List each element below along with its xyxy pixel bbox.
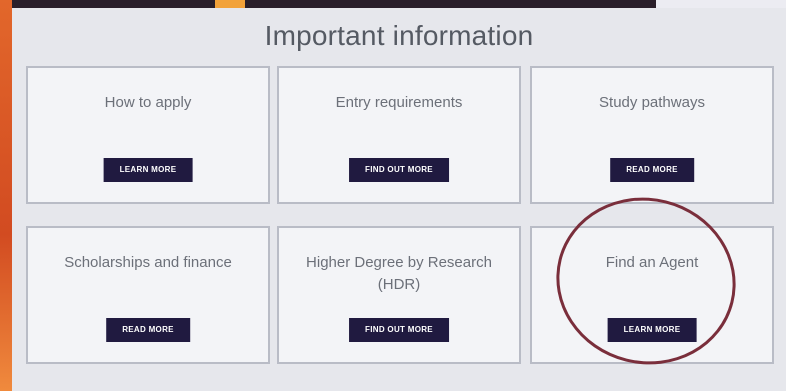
- learn-more-button[interactable]: LEARN MORE: [607, 318, 697, 342]
- learn-more-button[interactable]: LEARN MORE: [103, 158, 193, 182]
- background-light-strip: [656, 0, 786, 8]
- card-scholarships-and-finance: Scholarships and finance READ MORE: [26, 226, 270, 364]
- card-entry-requirements: Entry requirements FIND OUT MORE: [277, 66, 521, 204]
- card-title: Scholarships and finance: [64, 254, 232, 271]
- section-title: Important information: [264, 20, 534, 51]
- background-orange-edge: [0, 0, 12, 391]
- read-more-button[interactable]: READ MORE: [610, 158, 694, 182]
- read-more-button[interactable]: READ MORE: [106, 318, 190, 342]
- find-out-more-button[interactable]: FIND OUT MORE: [349, 318, 449, 342]
- find-out-more-button[interactable]: FIND OUT MORE: [349, 158, 449, 182]
- card-title: Find an Agent: [605, 254, 699, 271]
- card-how-to-apply: How to apply LEARN MORE: [26, 66, 270, 204]
- card-higher-degree-by-research: Higher Degree by Research (HDR) FIND OUT…: [277, 226, 521, 364]
- card-title: Higher Degree by Research (HDR): [306, 254, 492, 293]
- card-study-pathways: Study pathways READ MORE: [530, 66, 774, 204]
- important-information-section: Important information How to apply LEARN…: [12, 8, 786, 391]
- card-find-an-agent: Find an Agent LEARN MORE: [530, 226, 774, 364]
- card-title: Study pathways: [599, 94, 705, 111]
- card-title: How to apply: [104, 94, 192, 111]
- card-title: Entry requirements: [335, 94, 463, 111]
